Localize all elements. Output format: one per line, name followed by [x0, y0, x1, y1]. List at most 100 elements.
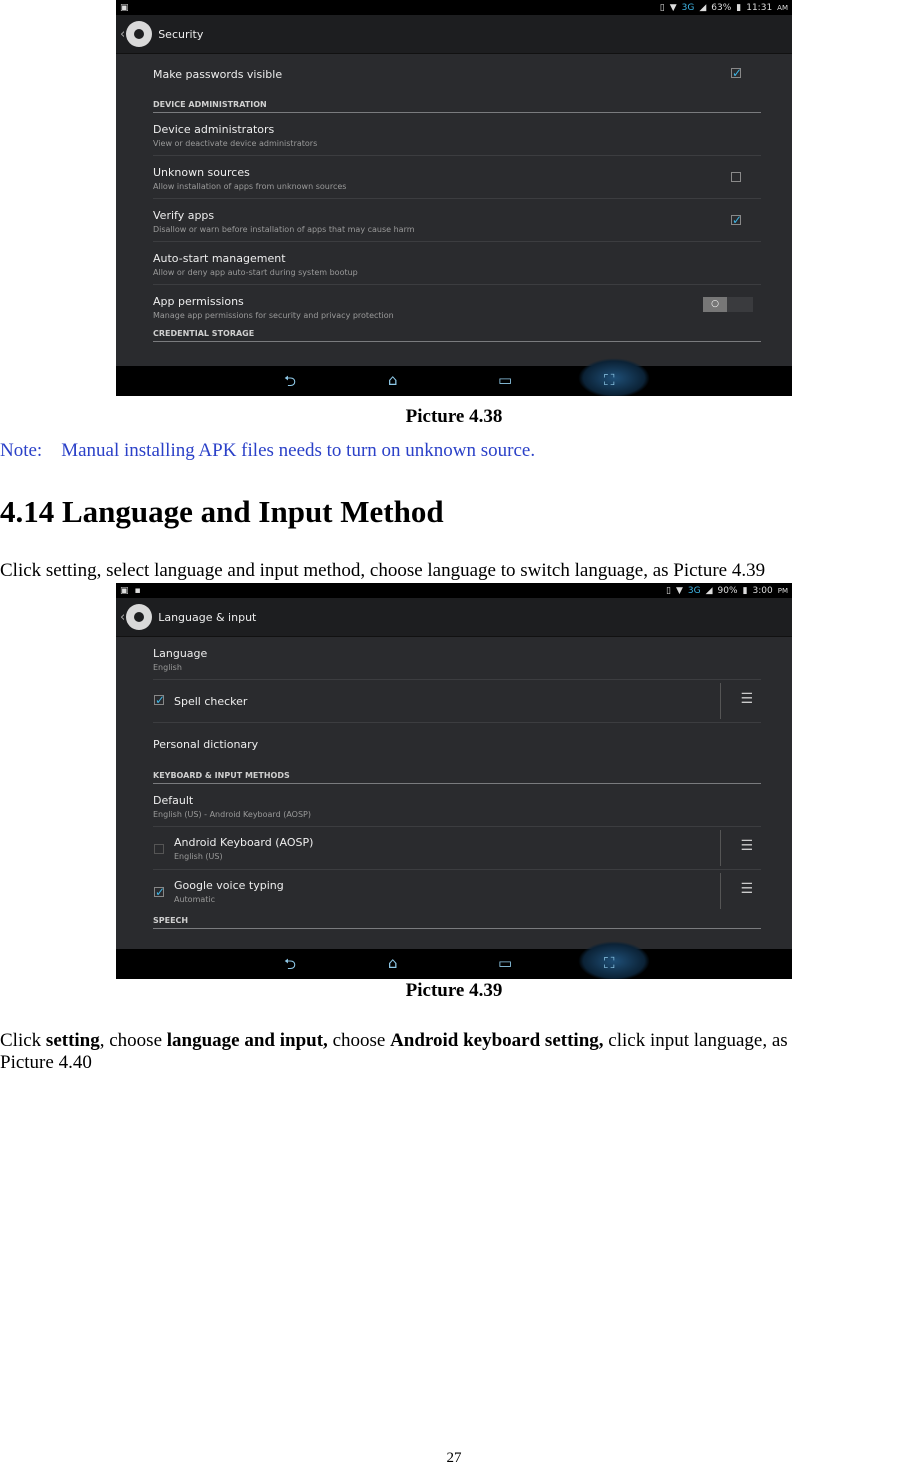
text-run: click input language, as [603, 1030, 788, 1051]
back-chevron-icon[interactable]: ‹ [120, 27, 125, 42]
android-keyboard-checkbox[interactable] [154, 844, 164, 854]
navigation-bar: ⮌ ⌂ ▭ ⛶ [116, 941, 792, 979]
vibrate-icon: ▯ [659, 2, 665, 13]
verify-apps-checkbox[interactable]: ✓ [731, 214, 742, 226]
signal-icon: ◢ [699, 2, 707, 13]
vibrate-icon: ▯ [666, 585, 671, 596]
app-permissions-row[interactable]: App permissions Manage app permissions f… [153, 285, 761, 325]
battery-percent: 63% [711, 2, 732, 13]
unknown-sources-row[interactable]: Unknown sources Allow installation of ap… [153, 156, 761, 199]
recents-nav-icon[interactable]: ▭ [498, 954, 512, 972]
row-title: Auto-start management [153, 252, 286, 265]
photo-icon: ▣ [120, 585, 129, 596]
action-bar[interactable]: ‹ Security [116, 15, 792, 54]
network-label: 3G [681, 2, 695, 13]
clock-time: 3:00 [752, 585, 773, 596]
back-chevron-icon[interactable]: ‹ [120, 610, 125, 625]
page-number: 27 [446, 1450, 462, 1466]
note-text: Note: Manual installing APK files needs … [0, 440, 536, 461]
bold-run: setting [45, 1030, 100, 1051]
home-nav-icon[interactable]: ⌂ [388, 954, 398, 972]
section-header: CREDENTIAL STORAGE [153, 325, 761, 342]
text-run: Click [0, 1030, 46, 1051]
home-nav-icon[interactable]: ⌂ [388, 371, 398, 389]
divider [720, 873, 721, 909]
section-heading: 4.14 Language and Input Method [0, 494, 444, 529]
row-title: Unknown sources [153, 166, 250, 179]
clock-ampm: PM [777, 586, 788, 595]
back-nav-icon[interactable]: ⮌ [284, 371, 296, 396]
divider [720, 830, 721, 866]
spell-checker-row[interactable]: ✓ Spell checker ☰ [153, 680, 761, 723]
battery-percent: 90% [717, 585, 738, 596]
wifi-icon: ▼ [669, 2, 677, 13]
row-title: Google voice typing [174, 879, 284, 892]
row-title: Android Keyboard (AOSP) [174, 836, 314, 849]
picture-caption: Picture 4.38 [405, 406, 503, 427]
clock-time: 11:31 [746, 2, 773, 13]
network-label: 3G [687, 585, 701, 596]
status-bar: ▣ ▯ ▼ 3G ◢ 63% ▮ 11:31 AM [116, 0, 792, 15]
google-voice-typing-row[interactable]: ✓ Google voice typing Automatic ☰ [153, 870, 761, 912]
google-voice-checkbox[interactable]: ✓ [154, 886, 165, 898]
picture-caption: Picture 4.39 [405, 980, 503, 1001]
row-title: Personal dictionary [153, 738, 259, 751]
clock-ampm: AM [777, 3, 788, 12]
row-title: Make passwords visible [153, 68, 283, 81]
row-subtitle: Allow installation of apps from unknown … [153, 182, 347, 191]
bold-run: language and input, [166, 1030, 328, 1051]
android-keyboard-row[interactable]: Android Keyboard (AOSP) English (US) ☰ [153, 827, 761, 870]
bold-run: Android keyboard setting, [390, 1030, 604, 1051]
screen-title: Security [158, 27, 204, 41]
row-title: Device administrators [153, 123, 275, 136]
screen-title: Language & input [158, 610, 257, 624]
lock-icon: ▪ [134, 585, 141, 596]
toggle-knob-icon: ○ [703, 297, 727, 312]
row-subtitle: Disallow or warn before installation of … [153, 225, 415, 234]
device-administrators-row[interactable]: Device administrators View or deactivate… [153, 113, 761, 156]
row-title: Verify apps [153, 209, 215, 222]
divider [720, 683, 721, 719]
make-passwords-visible-checkbox[interactable]: ✓ [731, 67, 742, 79]
section-header: SPEECH [153, 912, 761, 929]
row-title: Spell checker [174, 695, 248, 708]
screenshot-nav-icon[interactable]: ⛶ [604, 371, 615, 389]
verify-apps-row[interactable]: Verify apps Disallow or warn before inst… [153, 199, 761, 242]
text-run: , choose [99, 1030, 167, 1051]
paragraph-1: Click setting, select language and input… [0, 560, 766, 581]
photo-icon: ▣ [120, 2, 129, 13]
paragraph-2: Click setting, choose language and input… [0, 1030, 908, 1074]
row-subtitle: English (US) [174, 852, 223, 861]
recents-nav-icon[interactable]: ▭ [498, 371, 512, 389]
action-bar[interactable]: ‹ Language & input [116, 598, 792, 637]
security-screenshot: ▣ ▯ ▼ 3G ◢ 63% ▮ 11:31 AM ‹ Security Mak… [116, 0, 792, 396]
row-subtitle: Allow or deny app auto-start during syst… [153, 268, 358, 277]
auto-start-management-row[interactable]: Auto-start management Allow or deny app … [153, 242, 761, 285]
row-title: App permissions [153, 295, 244, 308]
settings-gear-icon [126, 21, 153, 47]
signal-icon: ◢ [705, 585, 713, 596]
personal-dictionary-row[interactable]: Personal dictionary [153, 723, 761, 757]
language-input-screenshot: ▣ ▪ ▯ ▼ 3G ◢ 90% ▮ 3:00 PM ‹ Language & i… [116, 583, 792, 979]
make-passwords-visible-row[interactable]: Make passwords visible ✓ [153, 54, 761, 88]
screenshot-nav-icon[interactable]: ⛶ [604, 954, 615, 972]
battery-icon: ▮ [736, 2, 742, 13]
settings-gear-icon [126, 604, 153, 630]
row-title: Language [153, 647, 208, 660]
status-bar: ▣ ▪ ▯ ▼ 3G ◢ 90% ▮ 3:00 PM [116, 583, 792, 598]
row-subtitle: Manage app permissions for security and … [153, 311, 394, 320]
back-nav-icon[interactable]: ⮌ [284, 954, 296, 979]
section-header: KEYBOARD & INPUT METHODS [153, 757, 761, 784]
row-subtitle: English [153, 663, 182, 672]
unknown-sources-checkbox[interactable] [731, 172, 741, 182]
language-row[interactable]: Language English [153, 637, 761, 680]
settings-sliders-icon[interactable]: ☰ [740, 838, 753, 854]
spell-checker-checkbox[interactable]: ✓ [154, 694, 165, 706]
battery-icon: ▮ [742, 585, 748, 596]
row-title: Default [153, 794, 194, 807]
settings-sliders-icon[interactable]: ☰ [740, 691, 753, 707]
default-keyboard-row[interactable]: Default English (US) - Android Keyboard … [153, 784, 761, 827]
settings-sliders-icon[interactable]: ☰ [740, 881, 753, 897]
row-subtitle: View or deactivate device administrators [153, 139, 318, 148]
app-permissions-toggle[interactable]: ○ [703, 297, 753, 312]
